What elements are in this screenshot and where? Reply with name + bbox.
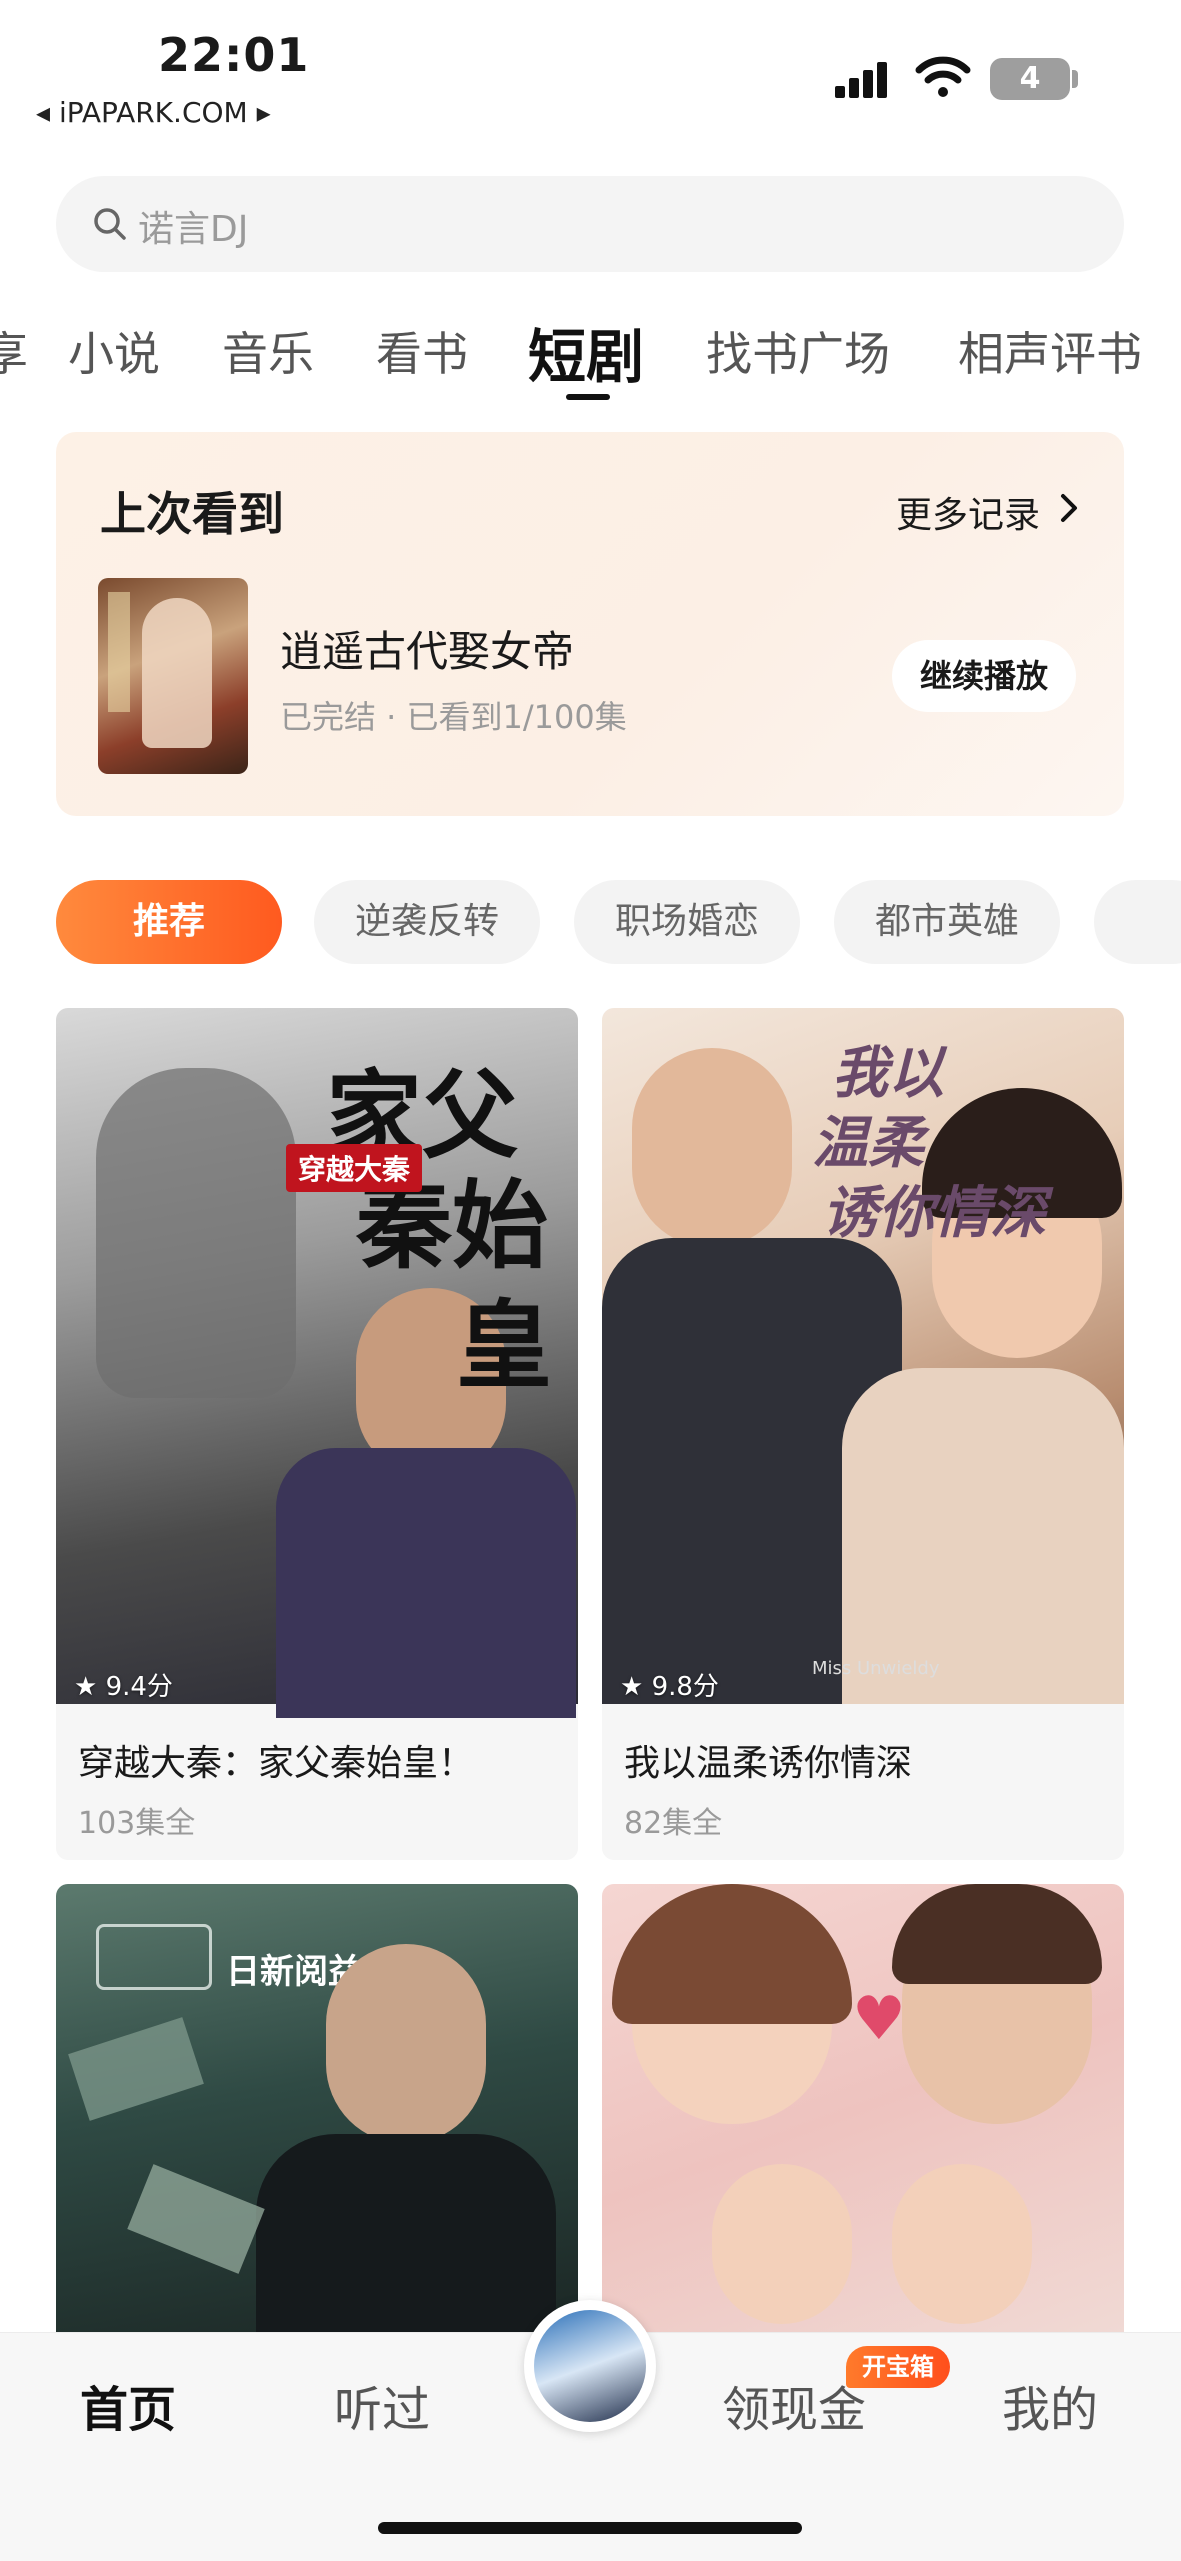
- chip-workplace-romance[interactable]: 职场婚恋: [574, 880, 800, 964]
- more-records-link[interactable]: 更多记录: [896, 486, 1040, 538]
- tab-book-square[interactable]: 找书广场: [706, 318, 890, 384]
- continue-play-button[interactable]: 继续播放: [892, 640, 1076, 712]
- home-indicator: [378, 2522, 802, 2534]
- tab-music[interactable]: 音乐: [222, 318, 314, 384]
- battery-tip: [1072, 70, 1078, 88]
- chip-counterattack[interactable]: 逆袭反转: [314, 880, 540, 964]
- history-thumbnail[interactable]: [98, 578, 248, 774]
- history-progress: 已完结 · 已看到1/100集: [280, 698, 627, 736]
- drama-card[interactable]: ♥: [602, 1884, 1124, 2332]
- nav-get-cash[interactable]: 领现金: [722, 2370, 866, 2440]
- drama-poster: 日新阅益: [56, 1884, 578, 2332]
- drama-rating: ★ 9.4分: [74, 1672, 173, 1702]
- drama-title[interactable]: 穿越大秦：家父秦始皇！: [78, 1734, 474, 1786]
- signal-icon: [835, 60, 895, 98]
- tab-short-drama[interactable]: 短剧: [528, 310, 644, 394]
- chip-recommend[interactable]: 推荐: [56, 880, 282, 964]
- history-title: 上次看到: [100, 487, 284, 541]
- poster-tag: 穿越大秦: [286, 1144, 423, 1192]
- heart-icon: ♥: [852, 1984, 906, 2054]
- nav-mine[interactable]: 我的: [1002, 2370, 1098, 2440]
- tab-indicator: [566, 394, 610, 400]
- chevron-right-icon[interactable]: [1058, 492, 1080, 524]
- tab-partial[interactable]: 享: [0, 318, 28, 384]
- drama-episodes: 103集全: [78, 1806, 196, 1841]
- drama-rating: ★ 9.8分: [620, 1672, 719, 1702]
- drama-card[interactable]: 日新阅益: [56, 1884, 578, 2332]
- search-placeholder[interactable]: 诺言DJ: [138, 200, 248, 252]
- status-carrier: ◂ iPAPARK.COM ▸: [36, 96, 271, 129]
- nav-home[interactable]: 首页: [80, 2370, 176, 2440]
- drama-poster: 家父 秦始 皇 穿越大秦: [56, 1008, 578, 1718]
- tab-crosstalk[interactable]: 相声评书: [958, 318, 1142, 384]
- now-playing-avatar[interactable]: [534, 2310, 646, 2422]
- treasure-box-badge[interactable]: 开宝箱: [846, 2346, 950, 2388]
- drama-card[interactable]: 我以 温柔 诱你情深 Miss Unwieldy ★ 9.8分 我以温柔诱你情深…: [602, 1008, 1124, 1860]
- poster-title: 我以: [832, 1040, 944, 1106]
- poster-subtitle: Miss Unwieldy: [812, 1658, 940, 1679]
- search-icon: [94, 208, 126, 240]
- wifi-icon: [915, 56, 971, 97]
- chip-partial[interactable]: [1094, 880, 1181, 964]
- drama-poster: 我以 温柔 诱你情深 Miss Unwieldy: [602, 1008, 1124, 1704]
- history-drama-title[interactable]: 逍遥古代娶女帝: [280, 618, 574, 679]
- chip-urban-hero[interactable]: 都市英雄: [834, 880, 1060, 964]
- status-time: 22:01: [158, 28, 310, 82]
- battery-indicator: 4: [990, 58, 1070, 100]
- drama-title[interactable]: 我以温柔诱你情深: [624, 1734, 912, 1786]
- drama-poster: ♥: [602, 1884, 1124, 2332]
- nav-listened[interactable]: 听过: [334, 2370, 430, 2440]
- drama-card[interactable]: 家父 秦始 皇 穿越大秦 ★ 9.4分 穿越大秦：家父秦始皇！ 103集全: [56, 1008, 578, 1860]
- drama-episodes: 82集全: [624, 1806, 723, 1841]
- tab-reading[interactable]: 看书: [376, 318, 468, 384]
- tab-novel[interactable]: 小说: [68, 318, 160, 384]
